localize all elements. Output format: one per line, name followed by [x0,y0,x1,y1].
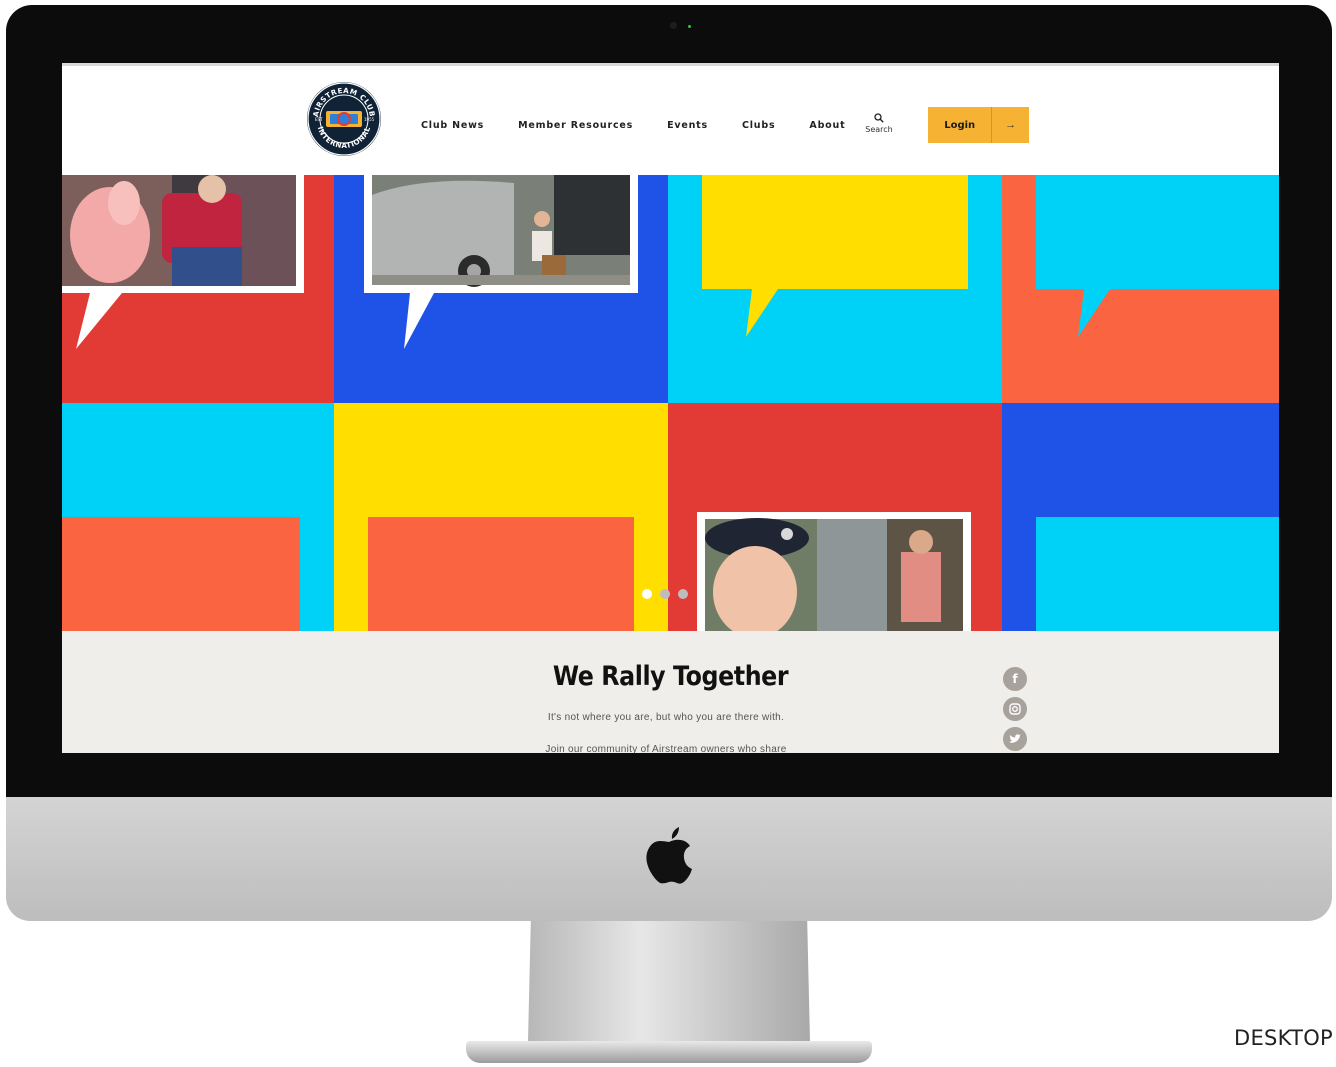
website-screen: AIRSTREAM CLUB INTERNATIONAL EST 1955 Cl… [62,63,1279,753]
intro-line-2: Join our community of Airstream owners w… [545,744,787,753]
device-caption: DESKTOP [1233,1026,1333,1050]
social-links: f [1003,667,1027,751]
login-button[interactable]: Login → [928,107,1029,143]
carousel-dot-1[interactable] [642,589,652,599]
hero-carousel[interactable] [62,175,1279,631]
nav-events[interactable]: Events [667,120,708,131]
hero-block-orange-2 [62,517,300,631]
svg-text:EST: EST [315,117,323,122]
main-nav: Club News Member Resources Events Clubs … [421,120,879,131]
hero-block-orange-3 [368,517,634,631]
carousel-dot-2[interactable] [660,589,670,599]
nav-clubs[interactable]: Clubs [742,120,775,131]
arrow-right-icon: → [991,107,1029,143]
photo-card-flamingo [62,175,304,349]
nav-club-news[interactable]: Club News [421,120,484,131]
camera [670,22,677,29]
site-header: AIRSTREAM CLUB INTERNATIONAL EST 1955 Cl… [62,63,1279,175]
intro-title: We Rally Together [552,661,789,692]
search-icon [874,113,884,123]
svg-text:1955: 1955 [364,117,375,122]
search-button[interactable]: Search [863,113,895,134]
nav-about[interactable]: About [809,120,845,131]
login-label: Login [944,119,976,131]
speech-bubble-yellow [702,175,968,337]
camera-led [688,25,691,28]
hero-block-cyan-3 [1036,517,1279,631]
intro-line-1: It's not where you are, but who you are … [547,712,785,723]
airstream-club-logo[interactable]: AIRSTREAM CLUB INTERNATIONAL EST 1955 [306,81,382,157]
monitor-stand-base [466,1041,872,1063]
speech-bubble-cyan [1036,175,1279,337]
nav-member-resources[interactable]: Member Resources [518,120,633,131]
twitter-icon[interactable] [1003,727,1027,751]
apple-logo-icon [646,827,692,884]
intro-section: We Rally Together It's not where you are… [62,631,1279,753]
monitor-stand [528,921,810,1041]
photo-card-beret [697,512,971,631]
search-label: Search [865,125,893,134]
photo-card-airstream [364,175,638,349]
carousel-dots [642,589,688,599]
facebook-icon[interactable]: f [1003,667,1027,691]
carousel-dot-3[interactable] [678,589,688,599]
instagram-icon[interactable] [1003,697,1027,721]
